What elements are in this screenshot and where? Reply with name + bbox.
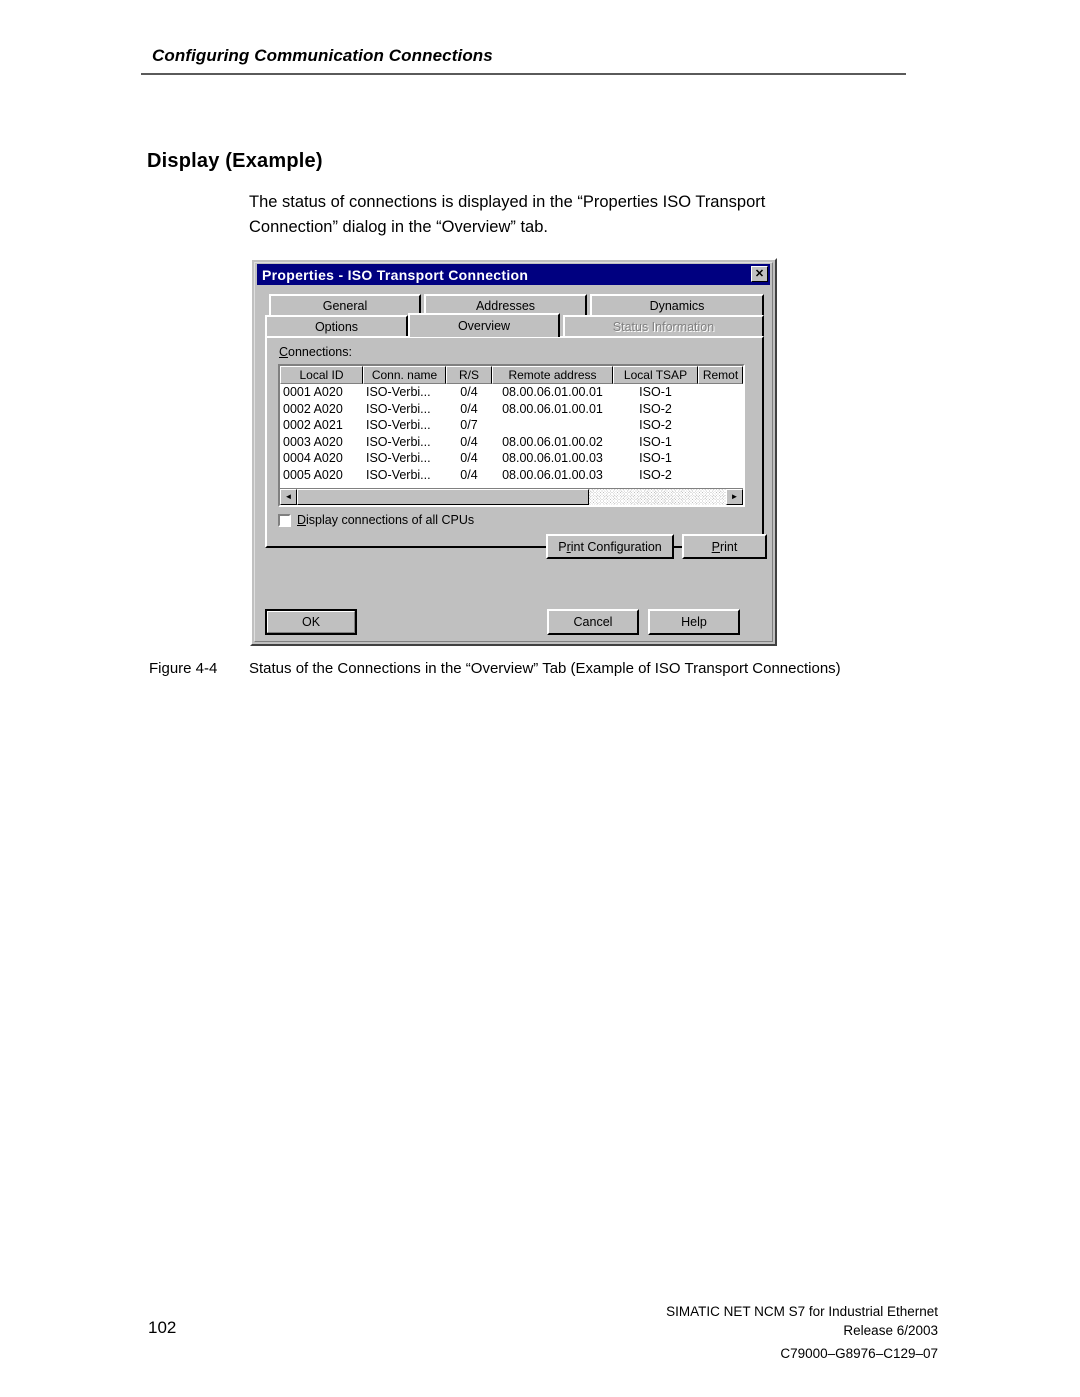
tab-status-information: Status Information [563,315,764,337]
properties-dialog: Properties - ISO Transport Connection ✕ … [250,258,777,646]
dialog-titlebar: Properties - ISO Transport Connection ✕ [257,264,770,285]
footer-docnumber-line: C79000–G8976–C129–07 [780,1346,938,1361]
cell-remote-address: 08.00.06.01.00.03 [502,467,603,482]
cell-rs: 0/4 [460,467,478,482]
running-header: Configuring Communication Connections [152,46,493,65]
cell-local-tsap: ISO-2 [639,467,672,482]
tab-general[interactable]: General [269,294,421,316]
help-button[interactable]: Help [648,609,740,635]
overview-tab-panel: Connections: Local ID Conn. name R/S Rem… [265,336,767,559]
column-header-remote-address[interactable]: Remote address [492,366,613,384]
table-row[interactable]: 0003 A020 ISO-Verbi... 0/4 08.00.06.01.0… [280,434,743,451]
cell-remote-tsap [698,450,743,467]
scroll-right-arrow-icon[interactable]: ► [726,489,743,505]
cell-remote-address: 08.00.06.01.00.02 [502,434,603,449]
listview-body: 0001 A020 ISO-Verbi... 0/4 08.00.06.01.0… [280,384,743,483]
cell-local-id: 0001 A020 [283,385,343,400]
cell-local-tsap: ISO-1 [639,434,672,449]
listview-header: Local ID Conn. name R/S Remote address L… [280,366,743,384]
tab-options[interactable]: Options [265,315,408,337]
table-row[interactable]: 0002 A020 ISO-Verbi... 0/4 08.00.06.01.0… [280,401,743,418]
tab-dynamics[interactable]: Dynamics [590,294,764,316]
figure-caption-text: Status of the Connections in the “Overvi… [249,660,841,677]
figure-number: Figure 4-4 [149,660,218,677]
tab-row-lower: Options Overview Status Information [252,313,775,337]
cell-remote-address: 08.00.06.01.00.01 [502,401,603,416]
cell-rs: 0/4 [460,401,478,416]
cell-rs: 0/4 [460,385,478,400]
scroll-left-arrow-icon[interactable]: ◄ [280,489,297,505]
print-button[interactable]: Print [682,534,767,559]
column-header-remote-tsap[interactable]: Remot [698,366,743,384]
print-label: Print [711,539,738,554]
cell-local-tsap: ISO-2 [639,418,672,433]
cell-local-id: 0002 A020 [283,401,343,416]
table-row[interactable]: 0005 A020 ISO-Verbi... 0/4 08.00.06.01.0… [280,467,743,484]
cell-remote-tsap [698,401,743,418]
cell-remote-tsap [698,417,743,434]
dialog-title: Properties - ISO Transport Connection [262,266,529,283]
table-row[interactable]: 0002 A021 ISO-Verbi... 0/7 ISO-2 [280,417,743,434]
footer: SIMATIC NET NCM S7 for Industrial Ethern… [666,1302,938,1363]
cell-local-id: 0002 A021 [283,418,343,433]
display-all-cpus-label: Display connections of all CPUs [297,513,475,527]
horizontal-scrollbar[interactable]: ◄ ► [280,488,743,505]
column-header-conn-name[interactable]: Conn. name [363,366,446,384]
display-all-cpus-checkbox-row[interactable]: Display connections of all CPUs [278,513,474,527]
page-title: Display (Example) [147,150,323,172]
cell-remote-address [492,417,613,434]
cell-conn-name: ISO-Verbi... [366,467,431,482]
cell-remote-tsap [698,384,743,401]
print-configuration-label: Print Configuration [558,539,662,554]
display-all-cpus-checkbox[interactable] [278,513,291,527]
cell-local-id: 0003 A020 [283,434,343,449]
print-configuration-button[interactable]: Print Configuration [546,534,674,559]
cell-remote-tsap [698,434,743,451]
cell-conn-name: ISO-Verbi... [366,418,431,433]
column-header-rs[interactable]: R/S [446,366,492,384]
connections-listview[interactable]: Local ID Conn. name R/S Remote address L… [278,364,745,507]
cell-rs: 0/4 [460,451,478,466]
cell-rs: 0/4 [460,434,478,449]
footer-release-line: Release 6/2003 [843,1323,938,1338]
body-paragraph: The status of connections is displayed i… [249,193,766,236]
footer-product-line: SIMATIC NET NCM S7 for Industrial Ethern… [666,1304,938,1319]
cell-remote-address: 08.00.06.01.00.03 [502,451,603,466]
connections-label: Connections: [279,345,352,359]
cell-local-id: 0004 A020 [283,451,343,466]
table-row[interactable]: 0004 A020 ISO-Verbi... 0/4 08.00.06.01.0… [280,450,743,467]
page-number: 102 [148,1318,177,1337]
cell-local-tsap: ISO-2 [639,401,672,416]
header-rule [141,73,906,75]
close-icon[interactable]: ✕ [751,266,768,282]
column-header-local-tsap[interactable]: Local TSAP [613,366,698,384]
ok-label: OK [301,615,321,629]
scrollbar-track[interactable] [297,489,726,505]
cell-local-id: 0005 A020 [283,467,343,482]
cell-conn-name: ISO-Verbi... [366,434,431,449]
scrollbar-thumb[interactable] [297,489,589,505]
tab-overview[interactable]: Overview [408,313,560,337]
cancel-button[interactable]: Cancel [547,609,639,635]
cell-remote-tsap [698,467,743,484]
cell-conn-name: ISO-Verbi... [366,451,431,466]
cell-remote-address: 08.00.06.01.00.01 [502,385,603,400]
cell-conn-name: ISO-Verbi... [366,401,431,416]
cell-local-tsap: ISO-1 [639,385,672,400]
document-page: Configuring Communication Connections Di… [0,0,1080,1397]
table-row[interactable]: 0001 A020 ISO-Verbi... 0/4 08.00.06.01.0… [280,384,743,401]
ok-button[interactable]: OK [265,609,357,635]
cell-conn-name: ISO-Verbi... [366,385,431,400]
figure-caption: Figure 4-4 Status of the Connections in t… [149,660,841,677]
cell-rs: 0/7 [460,418,478,433]
column-header-local-id[interactable]: Local ID [280,366,363,384]
cell-local-tsap: ISO-1 [639,451,672,466]
